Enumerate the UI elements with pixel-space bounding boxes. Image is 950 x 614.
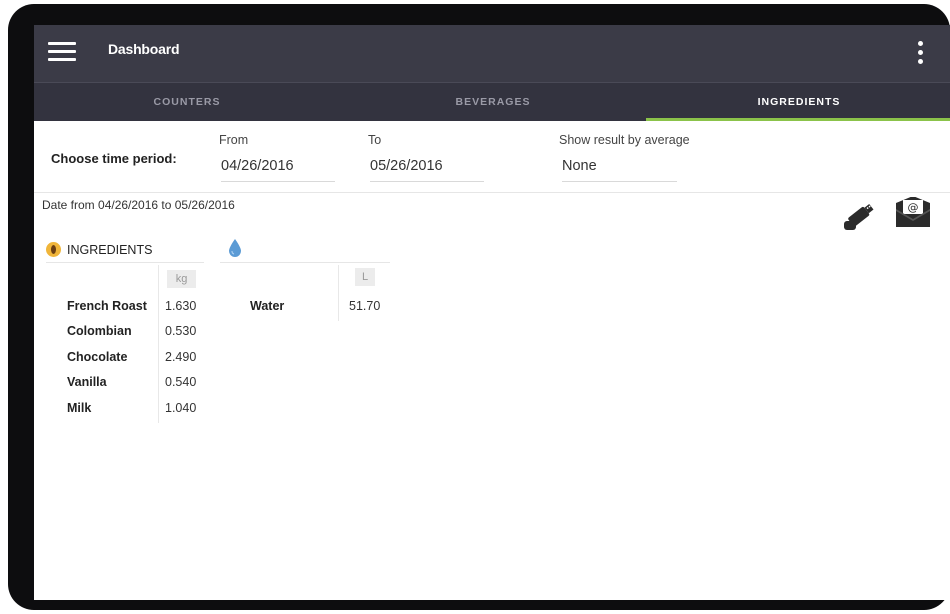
- water-name: Water: [250, 299, 285, 313]
- tab-bar: COUNTERS BEVERAGES INGREDIENTS: [34, 82, 950, 121]
- ingredient-name: Colombian: [67, 324, 132, 338]
- water-header-rule: [220, 262, 390, 263]
- email-icon[interactable]: @: [895, 196, 931, 229]
- menu-icon[interactable]: [48, 42, 76, 62]
- water-unit-badge: L: [355, 268, 375, 286]
- more-vert-icon[interactable]: [916, 41, 924, 67]
- ingredient-value: 1.040: [165, 401, 197, 415]
- filter-divider: [34, 192, 950, 193]
- time-period-label: Choose time period:: [51, 151, 177, 166]
- water-drop-icon: [227, 238, 243, 258]
- tab-beverages[interactable]: BEVERAGES: [340, 83, 646, 121]
- tab-counters[interactable]: COUNTERS: [34, 83, 340, 121]
- average-select[interactable]: None: [562, 158, 677, 182]
- export-icon[interactable]: [842, 199, 878, 231]
- app-screen: Dashboard COUNTERS BEVERAGES INGREDIENTS…: [34, 25, 950, 600]
- app-title: Dashboard: [108, 41, 180, 57]
- tablet-frame: Dashboard COUNTERS BEVERAGES INGREDIENTS…: [8, 4, 950, 610]
- ingredient-name: Chocolate: [67, 350, 128, 364]
- ingredient-value: 1.630: [165, 299, 197, 313]
- ingredient-value: 0.530: [165, 324, 197, 338]
- ingredients-column-divider: [158, 265, 159, 423]
- ingredients-title: INGREDIENTS: [67, 243, 153, 257]
- water-value: 51.70: [349, 299, 381, 313]
- water-column-divider: [338, 265, 339, 321]
- ingredient-name: Milk: [67, 401, 92, 415]
- average-label: Show result by average: [559, 133, 690, 147]
- ingredient-value: 0.540: [165, 375, 197, 389]
- from-date-field[interactable]: 04/26/2016: [221, 158, 335, 182]
- ingredients-header-rule: [46, 262, 204, 263]
- ingredient-name: Vanilla: [67, 375, 107, 389]
- ingredient-name: French Roast: [67, 299, 147, 313]
- to-label: To: [368, 133, 382, 147]
- svg-text:@: @: [908, 201, 919, 214]
- ingredients-unit-badge: kg: [167, 270, 196, 288]
- active-tab-indicator: [646, 118, 950, 121]
- app-bar: Dashboard: [34, 25, 950, 82]
- coffee-bean-icon: [46, 242, 61, 257]
- date-range-text: Date from 04/26/2016 to 05/26/2016: [42, 198, 235, 212]
- from-label: From: [219, 133, 249, 147]
- ingredient-value: 2.490: [165, 350, 197, 364]
- to-date-field[interactable]: 05/26/2016: [370, 158, 484, 182]
- tab-ingredients[interactable]: INGREDIENTS: [646, 83, 950, 121]
